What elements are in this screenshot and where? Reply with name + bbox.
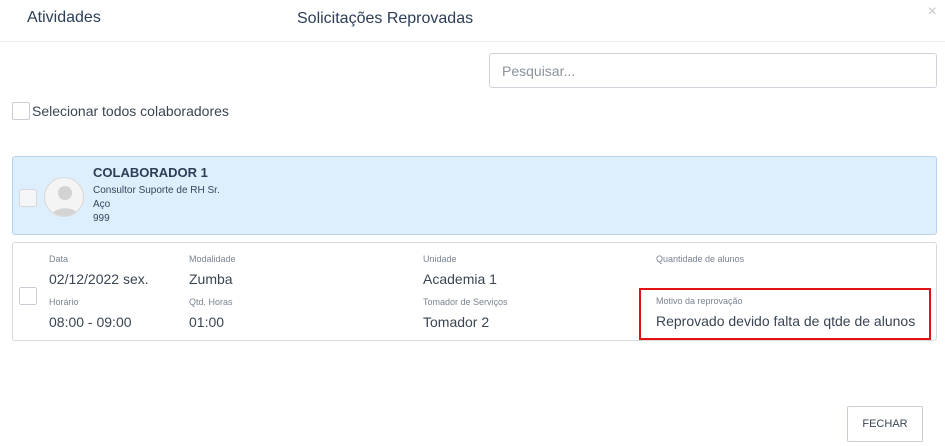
field-modalidade: Modalidade Zumba bbox=[189, 254, 236, 287]
data-label: Data bbox=[49, 254, 69, 264]
field-tomador: Tomador de Serviços Tomador 2 bbox=[423, 297, 508, 330]
unidade-label: Unidade bbox=[423, 254, 457, 264]
qtd-horas-label: Qtd. Horas bbox=[189, 297, 233, 307]
tomador-value: Tomador 2 bbox=[423, 314, 490, 330]
avatar bbox=[44, 177, 84, 217]
select-all-row: Selecionar todos colaboradores bbox=[12, 102, 229, 120]
quantidade-label: Quantidade de alunos bbox=[656, 254, 745, 264]
search-input[interactable] bbox=[489, 53, 937, 88]
fechar-button[interactable]: FECHAR bbox=[847, 406, 923, 442]
select-all-label: Selecionar todos colaboradores bbox=[32, 103, 229, 119]
unidade-value: Academia 1 bbox=[423, 271, 497, 287]
qtd-horas-value: 01:00 bbox=[189, 314, 225, 330]
modal-title: Solicitações Reprovadas bbox=[297, 10, 474, 27]
collaborator-role: Consultor Suporte de RH Sr. bbox=[93, 185, 220, 196]
collaborator-card[interactable]: COLABORADOR 1 Consultor Suporte de RH Sr… bbox=[12, 156, 937, 235]
collaborator-name: COLABORADOR 1 bbox=[93, 165, 208, 180]
collaborator-checkbox[interactable] bbox=[19, 189, 37, 207]
horario-value: 08:00 - 09:00 bbox=[49, 314, 132, 330]
modalidade-label: Modalidade bbox=[189, 254, 236, 264]
horario-label: Horário bbox=[49, 297, 79, 307]
field-data: Data 02/12/2022 sex. bbox=[49, 254, 149, 287]
close-icon[interactable]: × bbox=[928, 4, 937, 20]
tab-atividades[interactable]: Atividades bbox=[27, 9, 101, 27]
field-horario: Horário 08:00 - 09:00 bbox=[49, 297, 132, 330]
collaborator-code: 999 bbox=[93, 213, 110, 224]
field-unidade: Unidade Academia 1 bbox=[423, 254, 497, 287]
modal-header: Atividades Solicitações Reprovadas × bbox=[0, 0, 945, 42]
field-qtd-horas: Qtd. Horas 01:00 bbox=[189, 297, 233, 330]
tomador-label: Tomador de Serviços bbox=[423, 297, 508, 307]
data-value: 02/12/2022 sex. bbox=[49, 271, 149, 287]
field-quantidade: Quantidade de alunos bbox=[656, 254, 744, 264]
reason-highlight-box bbox=[639, 288, 931, 340]
collaborator-company: Aço bbox=[93, 199, 111, 210]
user-avatar-icon bbox=[51, 186, 79, 216]
select-all-checkbox[interactable] bbox=[12, 102, 30, 120]
request-card: Data 02/12/2022 sex. Modalidade Zumba Un… bbox=[12, 242, 937, 341]
modalidade-value: Zumba bbox=[189, 271, 233, 287]
collaborator-info: COLABORADOR 1 Consultor Suporte de RH Sr… bbox=[93, 165, 220, 226]
request-checkbox[interactable] bbox=[19, 287, 37, 305]
